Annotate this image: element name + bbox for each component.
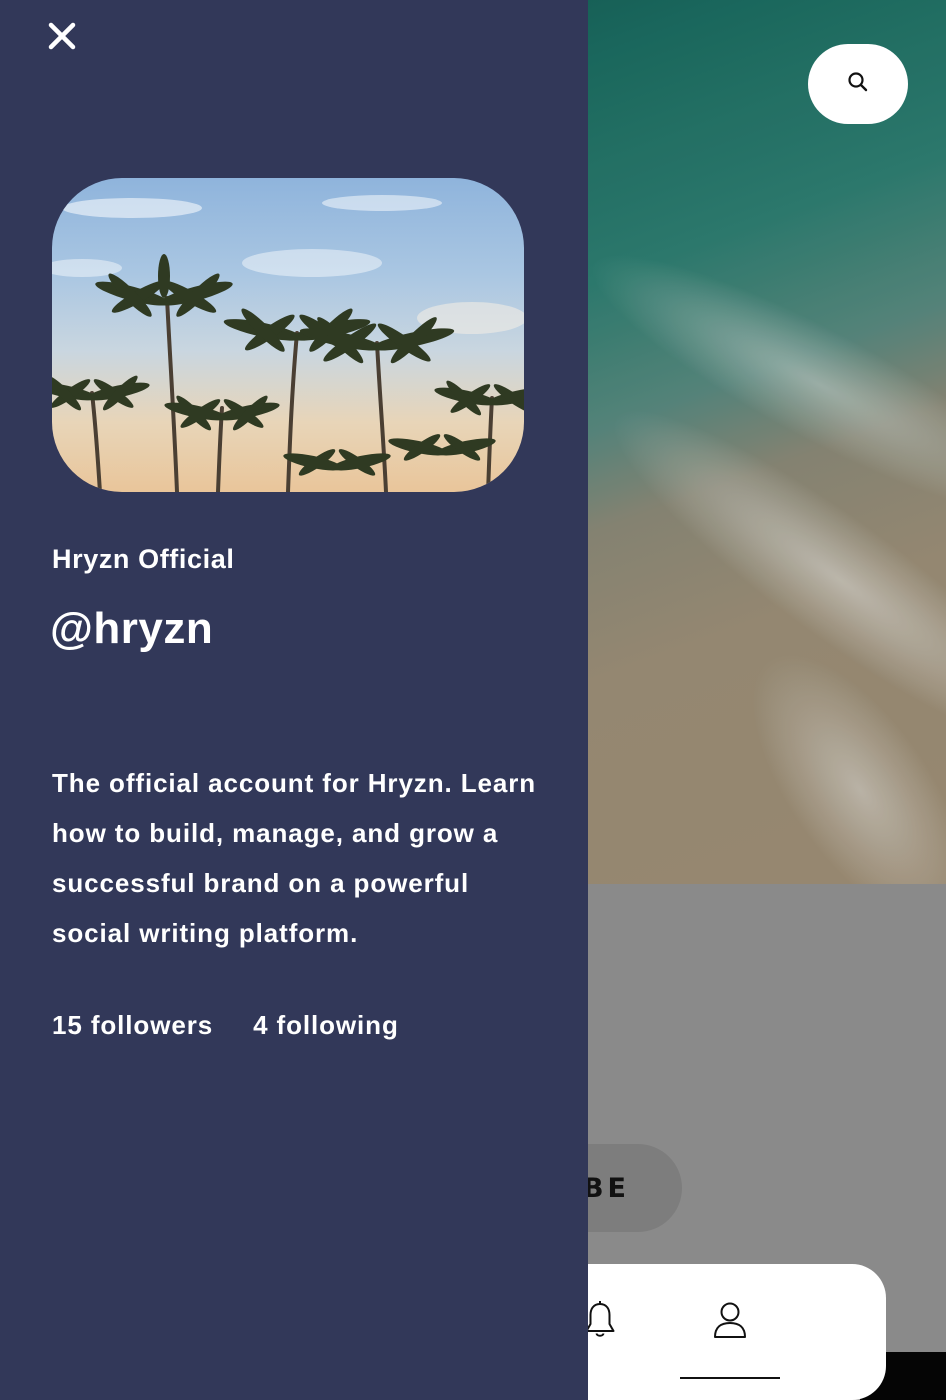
search-icon xyxy=(847,71,869,97)
following-count[interactable]: 4 following xyxy=(253,1010,399,1041)
subscribe-label: BE xyxy=(582,1172,630,1204)
app-screen: BE Hryzn Official @hryzn The official ac… xyxy=(0,0,946,1400)
close-button[interactable] xyxy=(40,16,84,60)
bell-icon xyxy=(583,1300,617,1344)
nav-profile[interactable] xyxy=(680,1264,780,1380)
profile-handle: @hryzn xyxy=(50,604,214,653)
search-button[interactable] xyxy=(808,44,908,124)
followers-count[interactable]: 15 followers xyxy=(52,1010,213,1041)
active-tab-indicator xyxy=(680,1377,780,1379)
close-icon xyxy=(47,21,77,55)
profile-display-name: Hryzn Official xyxy=(52,544,235,574)
profile-stats: 15 followers 4 following xyxy=(52,1010,399,1041)
user-icon xyxy=(712,1300,748,1344)
profile-cover-image xyxy=(52,178,524,492)
profile-drawer: Hryzn Official @hryzn The official accou… xyxy=(0,0,588,1400)
profile-bio: The official account for Hryzn. Learn ho… xyxy=(52,768,537,948)
